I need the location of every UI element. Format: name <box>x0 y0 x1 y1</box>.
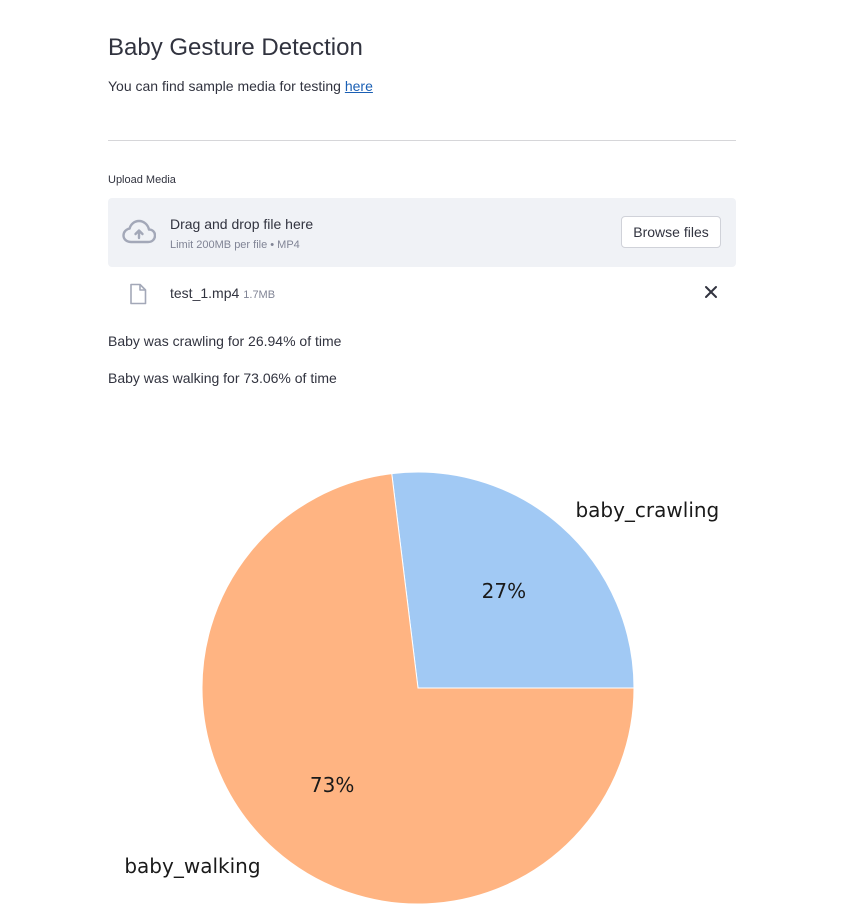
file-size: 1.7MB <box>243 289 276 301</box>
file-icon <box>130 283 147 305</box>
pie-pct-label-baby-walking: 73% <box>310 773 354 797</box>
walking-result-text: Baby was walking for 73.06% of time <box>108 370 337 386</box>
browse-files-button[interactable]: Browse files <box>621 216 721 248</box>
divider <box>108 140 736 141</box>
gesture-pie-chart: 27% baby_crawling 73% baby_walking <box>124 471 719 905</box>
drop-instructions: Drag and drop file here <box>170 216 314 232</box>
uploaded-file-name: test_1.mp4 1.7MB <box>170 285 275 301</box>
crawling-result-text: Baby was crawling for 26.94% of time <box>108 333 342 349</box>
cloud-upload-icon <box>122 219 156 244</box>
pie-category-label-baby-walking: baby_walking <box>124 854 260 878</box>
close-icon[interactable] <box>702 283 720 301</box>
upload-media-label: Upload Media <box>108 174 176 186</box>
sample-media-link[interactable]: here <box>345 78 373 94</box>
file-limit-text: Limit 200MB per file • MP4 <box>170 239 300 251</box>
pie-category-label-baby-crawling: baby_crawling <box>575 498 719 522</box>
sample-media-text: You can find sample media for testing he… <box>108 78 373 94</box>
sample-media-prefix: You can find sample media for testing <box>108 78 345 94</box>
pie-pct-label-baby-crawling: 27% <box>482 579 526 603</box>
file-dropzone[interactable]: Drag and drop file here Limit 200MB per … <box>108 198 736 267</box>
page-title: Baby Gesture Detection <box>108 34 363 61</box>
file-name-text: test_1.mp4 <box>170 285 240 301</box>
uploaded-file-row: test_1.mp4 1.7MB <box>108 280 736 308</box>
